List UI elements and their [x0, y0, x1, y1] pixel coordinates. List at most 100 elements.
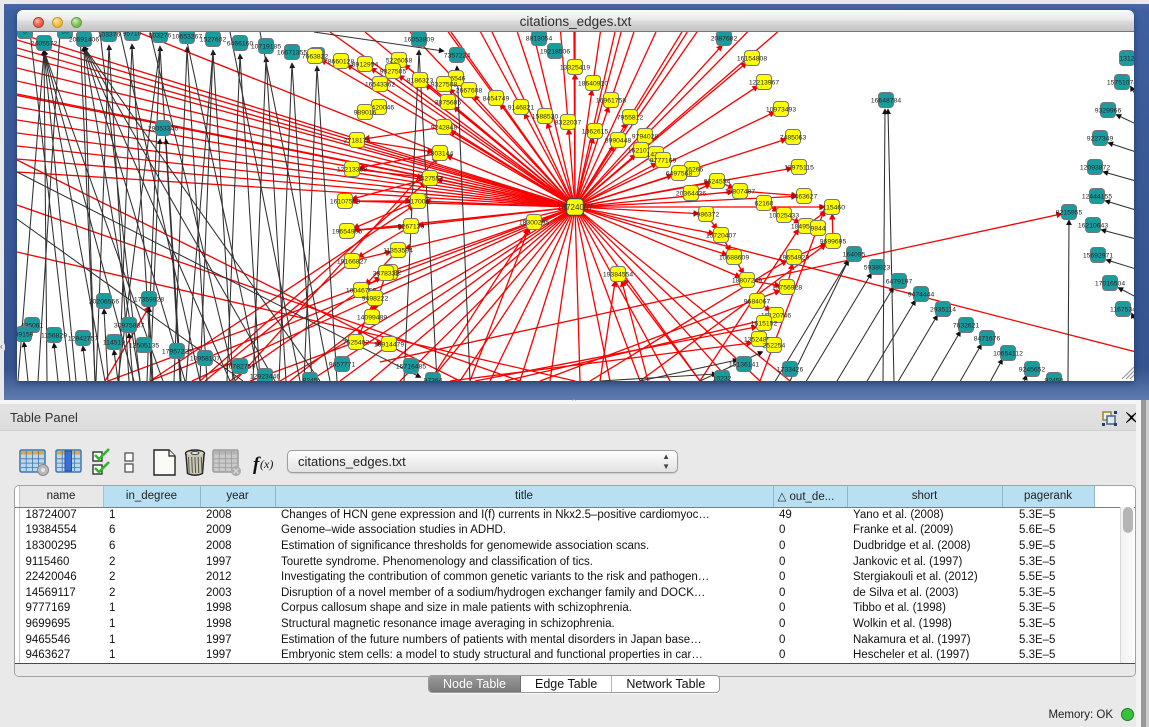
svg-text:19654923: 19654923: [779, 255, 809, 262]
svg-text:114519: 114519: [103, 340, 125, 347]
svg-text:15136141: 15136141: [729, 362, 759, 369]
svg-text:19384554: 19384554: [603, 272, 633, 279]
svg-text:9242848: 9242848: [431, 125, 458, 132]
svg-text:18807249: 18807249: [732, 278, 762, 285]
svg-text:2667608: 2667608: [456, 88, 483, 95]
svg-text:92450: 92450: [1045, 378, 1064, 382]
svg-text:16648784: 16648784: [871, 98, 901, 105]
svg-text:7632621: 7632621: [953, 323, 980, 330]
svg-text:8: 8: [23, 32, 27, 36]
svg-text:10653267: 10653267: [172, 34, 202, 41]
svg-text:7986372: 7986372: [693, 212, 720, 219]
svg-text:19218506: 19218506: [540, 49, 570, 56]
svg-text:18300295: 18300295: [519, 220, 549, 227]
svg-text:29053346: 29053346: [148, 126, 178, 133]
svg-text:6466160: 6466160: [227, 41, 254, 48]
svg-text:1362615: 1362615: [582, 129, 609, 136]
svg-text:19654905: 19654905: [332, 229, 362, 236]
svg-text:1312: 1312: [1119, 56, 1134, 63]
svg-text:17957223: 17957223: [162, 349, 192, 356]
svg-text:15751074: 15751074: [1107, 80, 1134, 87]
svg-text:3624554: 3624554: [704, 179, 731, 186]
svg-text:16914479: 16914479: [374, 342, 404, 349]
svg-text:96: 96: [61, 32, 69, 36]
svg-text:417006: 417006: [407, 199, 430, 206]
svg-text:16543362: 16543362: [365, 82, 395, 89]
svg-text:62160: 62160: [755, 201, 774, 208]
svg-text:8660128: 8660128: [328, 59, 355, 66]
svg-text:10807487: 10807487: [725, 189, 755, 196]
svg-text:20691406: 20691406: [69, 37, 99, 44]
svg-text:19756928: 19756928: [772, 285, 802, 292]
svg-text:164095: 164095: [843, 252, 866, 259]
svg-text:9463627: 9463627: [791, 194, 818, 201]
svg-text:9498222: 9498222: [362, 296, 389, 303]
svg-text:1167534: 1167534: [1110, 307, 1134, 314]
svg-text:16053809: 16053809: [404, 37, 434, 44]
svg-text:9777169: 9777169: [650, 158, 677, 165]
svg-text:12505135: 12505135: [129, 343, 159, 350]
svg-text:13325419: 13325419: [560, 65, 590, 72]
svg-text:39159: 39159: [17, 332, 34, 339]
svg-text:6479197: 6479197: [886, 279, 913, 286]
svg-text:2803144: 2803144: [427, 151, 454, 158]
svg-text:9146821: 9146821: [508, 105, 535, 112]
svg-text:8245: 8245: [302, 378, 317, 382]
svg-text:7357224: 7357224: [444, 53, 471, 60]
svg-text:19166827: 19166827: [337, 259, 367, 266]
svg-text:103376: 103376: [98, 32, 121, 39]
svg-text:9657771: 9657771: [329, 362, 356, 369]
svg-text:2935114: 2935114: [930, 307, 956, 314]
svg-text:2405572: 2405572: [31, 41, 58, 48]
svg-text:6497568: 6497568: [666, 171, 693, 178]
svg-text:7955812: 7955812: [617, 115, 644, 122]
svg-text:1733426: 1733426: [777, 367, 804, 374]
svg-text:9844: 9844: [810, 226, 825, 233]
svg-text:11353594: 11353594: [383, 248, 413, 255]
svg-text:10232: 10232: [713, 376, 732, 382]
svg-text:8186323: 8186323: [407, 78, 434, 85]
svg-text:16154808: 16154808: [737, 56, 767, 63]
svg-text:9327505: 9327505: [380, 69, 407, 76]
svg-text:97364: 97364: [424, 378, 443, 382]
svg-text:15720407: 15720407: [706, 233, 736, 240]
svg-text:1615152: 1615152: [751, 321, 778, 328]
svg-text:9684067: 9684067: [744, 299, 771, 306]
svg-text:1527602: 1527602: [200, 37, 227, 44]
svg-text:20206556: 20206556: [89, 299, 119, 306]
svg-text:8813054: 8813054: [526, 36, 553, 43]
svg-text:9794028: 9794028: [632, 134, 659, 141]
svg-text:14099489: 14099489: [357, 315, 387, 322]
svg-text:20364436: 20364436: [676, 191, 706, 198]
svg-text:5938923: 5938923: [864, 265, 891, 272]
svg-text:16210643: 16210643: [1078, 223, 1108, 230]
svg-text:2718176: 2718176: [344, 138, 371, 145]
svg-text:8215955: 8215955: [1056, 210, 1083, 217]
svg-text:18640910: 18640910: [578, 81, 608, 88]
svg-text:252254: 252254: [763, 343, 786, 350]
svg-text:8427552: 8427552: [417, 176, 444, 183]
svg-text:15692971: 15692971: [1083, 253, 1113, 260]
svg-text:10688609: 10688609: [719, 255, 749, 262]
svg-text:8267130: 8267130: [398, 224, 425, 231]
svg-text:8322037: 8322037: [555, 120, 582, 127]
svg-text:16961758: 16961758: [596, 98, 626, 105]
svg-text:3875685: 3875685: [435, 100, 462, 107]
svg-text:10654112: 10654112: [993, 351, 1023, 358]
svg-text:18724007: 18724007: [557, 203, 593, 212]
svg-text:12093872: 12093872: [1080, 165, 1110, 172]
svg-text:(x): (x): [260, 457, 273, 471]
svg-text:803276: 803276: [149, 33, 172, 40]
svg-text:8912954: 8912954: [352, 62, 379, 69]
svg-text:12923446: 12923446: [250, 374, 280, 381]
svg-text:95710: 95710: [123, 32, 142, 38]
svg-text:8471676: 8471676: [974, 336, 1001, 343]
svg-text:2087682: 2087682: [711, 36, 738, 43]
svg-text:16107553: 16107553: [330, 199, 360, 206]
svg-text:12444155: 12444155: [1082, 194, 1112, 201]
svg-text:10025433: 10025433: [769, 213, 799, 220]
svg-text:8990448: 8990448: [605, 138, 632, 145]
svg-text:10973493: 10973493: [766, 107, 796, 114]
svg-text:9329966: 9329966: [1095, 108, 1122, 115]
svg-text:9474444: 9474444: [908, 292, 935, 299]
